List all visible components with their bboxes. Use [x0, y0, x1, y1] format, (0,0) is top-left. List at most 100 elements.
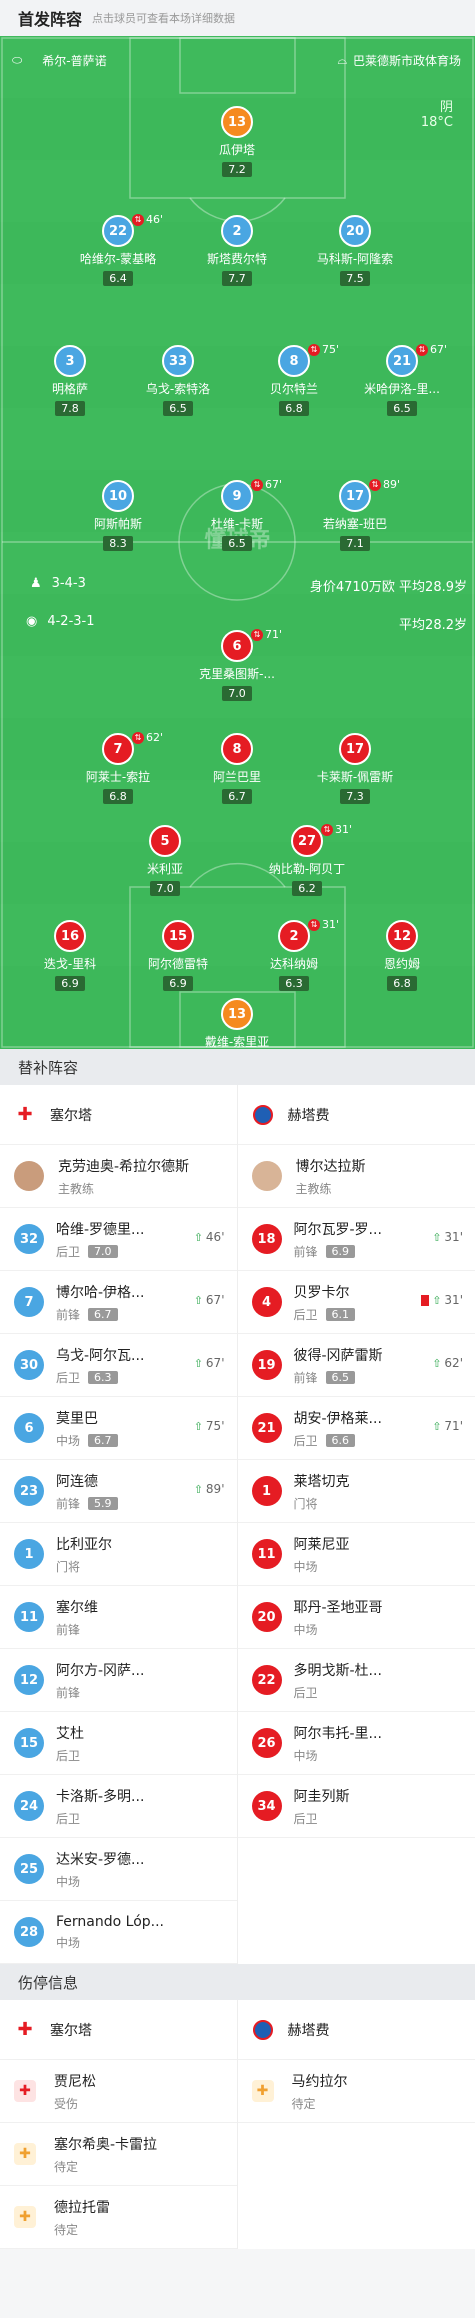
subs-home-team-name: 塞尔塔	[50, 1107, 92, 1124]
sub-player-row[interactable]: 15 艾杜 后卫	[0, 1712, 237, 1775]
page-subtitle: 点击球员可查看本场详细数据	[92, 12, 236, 25]
substitution-event: ⇅ 67'	[251, 478, 282, 491]
sub-player-row[interactable]: 11 塞尔维 前锋	[0, 1586, 237, 1649]
substitution-event: ⇅ 31'	[321, 823, 352, 836]
sub-player-number: 7	[14, 1287, 44, 1317]
injury-home-team-row[interactable]: ✚ 塞尔塔	[0, 2000, 237, 2060]
sub-player-row[interactable]: 4 贝罗卡尔 后卫 6.1 ⇧ 31'	[237, 1271, 475, 1334]
player-number: 3	[54, 345, 86, 377]
away-player[interactable]: 12 恩约姆 6.8	[354, 920, 450, 991]
player-name: 阿尔德雷特	[147, 957, 208, 971]
home-player[interactable]: 13 瓜伊塔 7.2	[189, 106, 285, 177]
home-formation: ♟ 3-4-3	[30, 576, 86, 591]
injury-home-team-name: 塞尔塔	[50, 2022, 92, 2039]
away-player[interactable]: 16 迭戈-里科 6.9	[22, 920, 118, 991]
player-number: 6	[221, 630, 253, 662]
sub-player-row[interactable]: 30 乌戈-阿尔瓦... 后卫 6.3 ⇧ 67'	[0, 1334, 237, 1397]
home-player[interactable]: 22 ⇅ 46' 哈维尔-蒙基略 6.4	[70, 213, 166, 286]
sub-player-row[interactable]: 7 博尔哈-伊格... 前锋 6.7 ⇧ 67'	[0, 1271, 237, 1334]
injury-away-team-row[interactable]: 赫塔费	[237, 2000, 475, 2060]
substitution-time: 67'	[265, 478, 283, 491]
home-player[interactable]: 21 ⇅ 67' 米哈伊洛-里... 6.5	[354, 343, 450, 416]
away-player[interactable]: 13戴维-索里亚7.0	[189, 998, 285, 1049]
away-value: 平均28.2岁	[399, 618, 467, 633]
home-player[interactable]: 2 斯塔费尔特 7.7	[189, 215, 285, 286]
substitution-time: 67'	[430, 343, 448, 356]
home-player[interactable]: 33 乌戈-索特洛 6.5	[130, 345, 226, 416]
injury-row[interactable]: ✚ 德拉托雷 待定	[0, 2186, 237, 2249]
sub-player-number: 6	[14, 1413, 44, 1443]
player-name: 戴维-索里亚	[204, 1035, 270, 1049]
home-team-header: ⬭ 希尔-普萨诺	[12, 52, 107, 69]
page-title: 首发阵容	[18, 10, 83, 29]
player-rating: 6.2	[292, 881, 322, 896]
sub-player-row[interactable]: 28 Fernando Lóp... 中场	[0, 1901, 237, 1964]
sub-player-row[interactable]: 32 哈维-罗德里... 后卫 7.0 ⇧ 46'	[0, 1208, 237, 1271]
sub-player-row[interactable]: 26 阿尔韦托-里... 中场	[237, 1712, 475, 1775]
sub-player-position: 中场	[293, 1622, 318, 1637]
away-player[interactable]: 5 米利亚 7.0	[117, 825, 213, 896]
player-name: 若纳塞-班巴	[322, 517, 388, 531]
away-coach-row[interactable]: 博尔达拉斯 主教练	[237, 1145, 475, 1208]
stadium-icon: ⌓	[337, 53, 347, 67]
celta-crest-icon: ✚	[17, 1104, 33, 1125]
sub-player-row[interactable]: 22 多明戈斯-杜... 后卫	[237, 1649, 475, 1712]
substitution-icon: ⇅	[308, 343, 320, 356]
sub-player-name: Fernando Lóp...	[56, 1913, 164, 1930]
away-player[interactable]: 15 阿尔德雷特 6.9	[130, 920, 226, 991]
sub-player-row[interactable]: 18 阿尔瓦罗-罗... 前锋 6.9 ⇧ 31'	[237, 1208, 475, 1271]
home-player[interactable]: 20 马科斯-阿隆索 7.5	[307, 215, 403, 286]
sub-player-row[interactable]: 34 阿圭列斯 后卫	[237, 1775, 475, 1838]
away-player[interactable]: 8 阿兰巴里 6.7	[189, 733, 285, 804]
injury-row[interactable]: ✚ 塞尔希奥-卡雷拉 待定	[0, 2123, 237, 2186]
home-player[interactable]: 8 ⇅ 75' 贝尔特兰 6.8	[246, 343, 342, 416]
subs-section-title: 替补阵容	[0, 1049, 475, 1085]
home-player[interactable]: 10 阿斯帕斯 8.3	[70, 480, 166, 551]
player-rating: 6.8	[103, 789, 133, 804]
sub-player-row[interactable]: 11 阿莱尼亚 中场	[237, 1523, 475, 1586]
home-player[interactable]: 9 ⇅ 67' 杜维-卡斯 6.5	[189, 478, 285, 551]
player-rating: 7.3	[340, 789, 370, 804]
sub-player-name: 阿圭列斯	[293, 1788, 350, 1805]
injury-player-name: 德拉托雷	[54, 2199, 110, 2216]
home-coach-row[interactable]: 克劳迪奥-希拉尔德斯 主教练	[0, 1145, 237, 1208]
sub-player-number: 23	[14, 1476, 44, 1506]
sub-player-row[interactable]: 12 阿尔方-冈萨... 前锋	[0, 1649, 237, 1712]
subs-away-team-row[interactable]: 赫塔费	[237, 1085, 475, 1145]
pitch: ⬭ 希尔-普萨诺 ⌓ 巴莱德斯市政体育场 阴 18°C 懂球帝 ♟ 3-4-3 …	[0, 36, 475, 1049]
player-number: 2	[221, 215, 253, 247]
substitution-icon: ⇅	[132, 213, 144, 226]
away-player[interactable]: 17 卡莱斯-佩雷斯 7.3	[307, 733, 403, 804]
sub-player-row[interactable]: 19 彼得-冈萨雷斯 前锋 6.5 ⇧ 62'	[237, 1334, 475, 1397]
sub-player-row[interactable]: 20 耶丹-圣地亚哥 中场	[237, 1586, 475, 1649]
injury-row[interactable]: ✚ 贾尼松 受伤	[0, 2060, 237, 2123]
home-formation-icon: ♟	[30, 576, 42, 591]
sub-player-row[interactable]: 25 达米安-罗德... 中场	[0, 1838, 237, 1901]
sub-player-number: 26	[251, 1728, 282, 1758]
sub-player-row[interactable]: 6 莫里巴 中场 6.7 ⇧ 75'	[0, 1397, 237, 1460]
sub-player-row[interactable]: 21 胡安-伊格莱... 后卫 6.6 ⇧ 71'	[237, 1397, 475, 1460]
home-player[interactable]: 17 ⇅ 89' 若纳塞-班巴 7.1	[307, 478, 403, 551]
home-player[interactable]: 3 明格萨 7.8	[22, 345, 118, 416]
sub-player-row[interactable]: 23 阿连德 前锋 5.9 ⇧ 89'	[0, 1460, 237, 1523]
sub-player-row[interactable]: 1 比利亚尔 门将	[0, 1523, 237, 1586]
sub-player-name: 阿莱尼亚	[293, 1536, 350, 1553]
subs-away-column: 赫塔费 博尔达拉斯 主教练 18 阿尔瓦罗-罗... 前锋 6.9 ⇧ 31' 4 贝罗卡尔 后卫…	[237, 1085, 475, 1964]
sub-player-name: 艾杜	[56, 1725, 84, 1742]
substitution-event: ⇅ 31'	[308, 918, 339, 931]
sub-player-row[interactable]: 1 莱塔切克 门将	[237, 1460, 475, 1523]
injury-row[interactable]: ✚ 马约拉尔 待定	[237, 2060, 475, 2123]
sub-on-time: ⇧ 31'	[421, 1293, 463, 1307]
player-number: 7	[102, 733, 134, 765]
subs-home-team-row[interactable]: ✚ 塞尔塔	[0, 1085, 237, 1145]
home-value: 身价4710万欧 平均28.9岁	[309, 580, 467, 595]
away-player[interactable]: 27 ⇅ 31' 纳比勒-阿贝丁 6.2	[259, 823, 355, 896]
sub-in-icon: ⇧	[193, 1356, 203, 1370]
sub-player-row[interactable]: 24 卡洛斯-多明... 后卫	[0, 1775, 237, 1838]
sub-player-name: 塞尔维	[56, 1599, 98, 1616]
away-player[interactable]: 7 ⇅ 62' 阿莱士-索拉 6.8	[70, 731, 166, 804]
sub-player-number: 12	[14, 1665, 44, 1695]
away-player[interactable]: 2 ⇅ 31' 达科纳姆 6.3	[246, 918, 342, 991]
away-player[interactable]: 6 ⇅ 71' 克里桑图斯-... 7.0	[189, 628, 285, 701]
sub-player-number: 34	[251, 1791, 282, 1821]
